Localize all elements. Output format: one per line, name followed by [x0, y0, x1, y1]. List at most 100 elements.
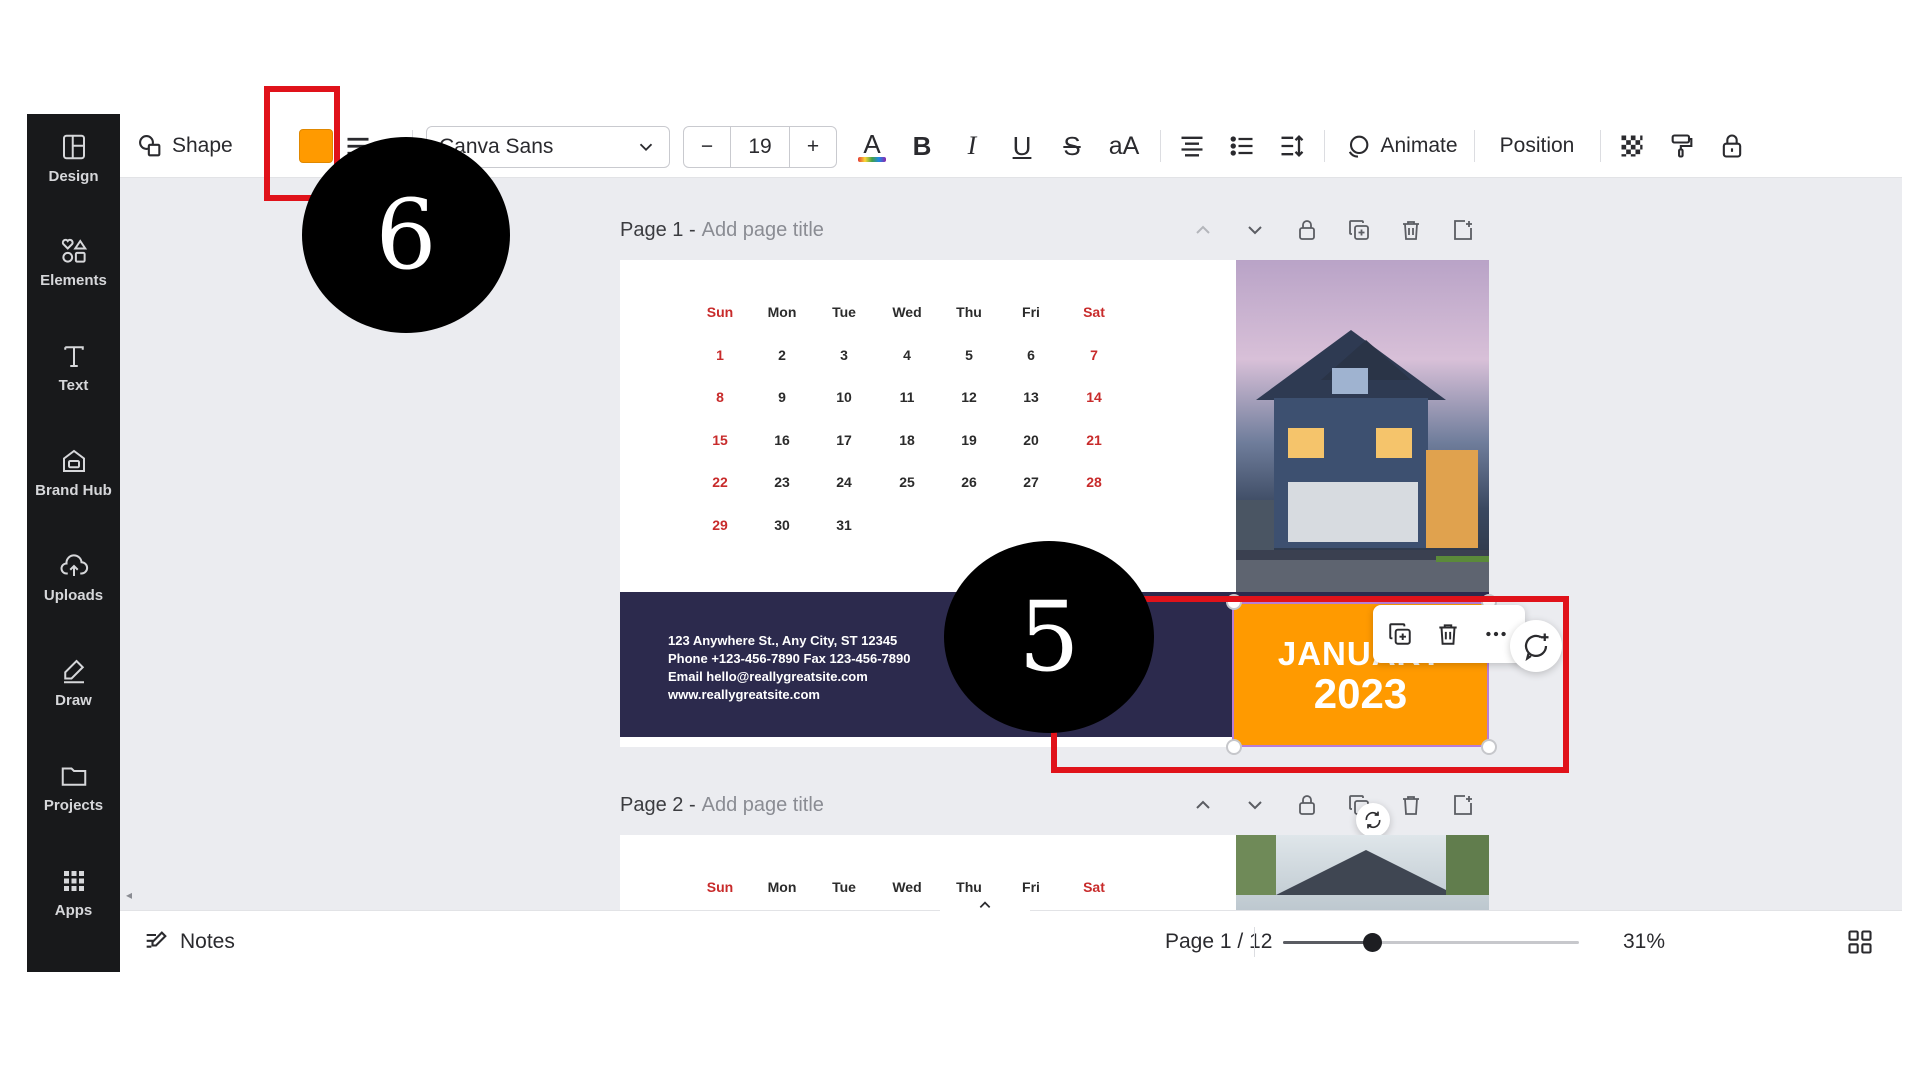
house-photo[interactable] [1236, 260, 1489, 592]
font-size-decrease-button[interactable]: − [683, 126, 731, 168]
page-indicator[interactable]: Page 1 / 12 [1165, 911, 1272, 973]
phone-text: Phone +123-456-7890 Fax 123-456-7890 [668, 651, 911, 666]
shapes-icon [61, 238, 87, 263]
sidebar-item-draw[interactable]: Draw [27, 642, 120, 722]
calendar-day: 15 [712, 431, 728, 448]
lock-icon [1299, 220, 1315, 240]
chevron-down-icon [639, 143, 653, 152]
sidebar-item-text[interactable]: Text [27, 327, 120, 407]
page-up-button[interactable] [1188, 790, 1218, 820]
page-add-button[interactable] [1448, 215, 1478, 245]
page-lock-button[interactable] [1292, 215, 1322, 245]
scroll-left-arrow-icon[interactable]: ◂ [126, 888, 140, 902]
sidebar-item-apps[interactable]: Apps [27, 852, 120, 932]
weekday-label: Thu [956, 879, 982, 895]
align-center-button[interactable] [1172, 114, 1212, 178]
calendar-day: 13 [1023, 389, 1039, 405]
layout-icon [62, 134, 85, 159]
calendar-day: 26 [961, 474, 977, 490]
shape-label: Shape [172, 134, 233, 157]
strikethrough-button[interactable]: S [1052, 114, 1092, 178]
sidebar-item-label: Apps [54, 901, 93, 919]
expand-pages-button[interactable] [940, 897, 1030, 913]
sidebar-item-label: Design [48, 167, 99, 185]
sidebar-item-uploads[interactable]: Uploads [27, 537, 120, 617]
page-title-input[interactable]: Add page title [702, 794, 824, 817]
page-indicator-text: Page 1 / 12 [1165, 930, 1273, 953]
minus-icon: − [700, 135, 714, 158]
page-2[interactable]: Sun Mon Tue Wed Thu Fri Sat [620, 835, 1489, 910]
page-down-button[interactable] [1240, 215, 1270, 245]
weekday-label: Mon [767, 879, 797, 895]
calendar-day: 10 [836, 389, 852, 405]
page-duplicate-button[interactable] [1344, 215, 1374, 245]
sidebar-item-design[interactable]: Design [27, 118, 120, 198]
address-text: 123 Anywhere St., Any City, ST 12345 [668, 633, 898, 648]
page-delete-button[interactable] [1396, 215, 1426, 245]
sidebar-item-label: Projects [43, 796, 104, 814]
calendar-day: 29 [712, 516, 728, 533]
sidebar-item-elements[interactable]: Elements [27, 222, 120, 302]
page-title-input[interactable]: Add page title [702, 219, 824, 242]
calendar-day: 1 [716, 346, 724, 363]
copy-style-button[interactable] [1662, 114, 1702, 178]
bold-button[interactable]: B [902, 114, 942, 178]
notes-button[interactable]: Notes [142, 911, 235, 973]
letter-case-button[interactable]: aA [1100, 114, 1148, 178]
left-sidebar: Design Elements Text Brand Hub Uploads D… [27, 114, 120, 972]
grid-view-button[interactable] [1846, 911, 1874, 973]
page-add-button[interactable] [1448, 790, 1478, 820]
sidebar-item-label: Text [58, 376, 89, 394]
zoom-slider-thumb[interactable] [1362, 933, 1382, 952]
chevron-up-icon [979, 901, 991, 908]
weekday-label: Fri [1022, 304, 1040, 320]
bullet-list-button[interactable] [1222, 114, 1262, 178]
calendar-day: 5 [965, 346, 973, 363]
font-size-increase-button[interactable]: + [789, 126, 837, 168]
page-delete-button[interactable] [1396, 790, 1426, 820]
weekday-label: Mon [767, 304, 797, 320]
calendar-day: 22 [712, 474, 728, 490]
zoom-level-button[interactable]: 31% [1623, 911, 1665, 973]
step-6-badge: 6 [302, 137, 510, 333]
add-page-icon [1454, 795, 1472, 815]
animate-button[interactable]: Animate [1336, 114, 1466, 178]
sidebar-item-brand-hub[interactable]: Brand Hub [27, 432, 120, 512]
underline-button[interactable]: U [1002, 114, 1042, 178]
bold-icon: B [912, 130, 932, 161]
chevron-up-icon [1196, 225, 1210, 234]
editor-footer: Notes Page 1 / 12 31% [120, 897, 1902, 973]
zoom-slider[interactable] [1283, 933, 1579, 952]
shape-button[interactable]: Shape [136, 114, 246, 178]
notes-label: Notes [180, 930, 235, 953]
step-6-number: 6 [375, 179, 437, 291]
transparency-button[interactable] [1612, 114, 1652, 178]
page-lock-button[interactable] [1292, 790, 1322, 820]
page-up-button[interactable] [1188, 215, 1218, 245]
zoom-slider-fill [1283, 941, 1372, 944]
rotate-handle[interactable] [1356, 803, 1390, 837]
position-button[interactable]: Position [1482, 114, 1592, 178]
add-page-icon [1454, 220, 1472, 240]
page-down-button[interactable] [1240, 790, 1270, 820]
calendar-day: 4 [903, 346, 911, 363]
font-size-input[interactable]: 19 [730, 126, 790, 168]
page-2-header: Page 2 - Add page title [620, 785, 824, 825]
calendar-day: 25 [899, 474, 915, 490]
calendar-day: 30 [774, 516, 790, 533]
spacing-button[interactable] [1272, 114, 1312, 178]
italic-icon: I [967, 131, 977, 160]
lock-icon [1722, 134, 1742, 158]
text-color-button[interactable]: A [852, 114, 892, 178]
italic-button[interactable]: I [952, 114, 992, 178]
font-size-value: 19 [748, 135, 772, 158]
duplicate-icon [1349, 220, 1369, 240]
calendar-day: 16 [774, 431, 790, 448]
calendar-day: 6 [1027, 346, 1035, 363]
trash-icon [1403, 221, 1419, 240]
lock-button[interactable] [1712, 114, 1752, 178]
sidebar-item-projects[interactable]: Projects [27, 747, 120, 827]
house-photo-2[interactable] [1236, 835, 1489, 910]
calendar-day: 19 [961, 431, 977, 448]
weekday-label: Sat [1083, 879, 1105, 895]
